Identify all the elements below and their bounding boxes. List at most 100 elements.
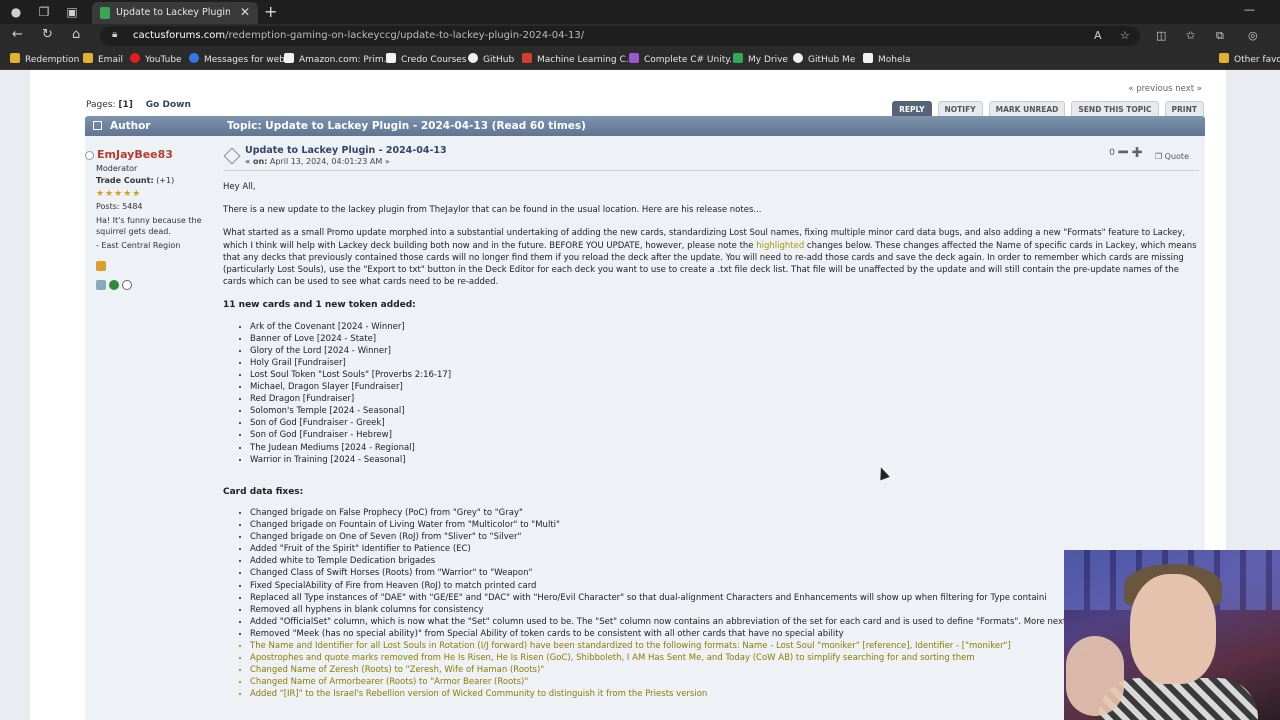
bookmark-github-me[interactable]: GitHub Me <box>793 53 855 65</box>
browser-tab-active[interactable]: Update to Lackey Plugin - 2024-0 ✕ <box>92 2 258 24</box>
bookmark-youtube[interactable]: YouTube <box>130 53 182 65</box>
bookmark-drive[interactable]: My Drive <box>733 53 788 65</box>
signature-line-2: squirrel gets dead. <box>96 227 171 236</box>
github-icon <box>793 53 803 63</box>
minimize-icon[interactable]: — <box>1244 3 1255 16</box>
list-item-highlighted: The Name and Identifier for all Lost Sou… <box>250 640 1199 652</box>
lock-icon[interactable]: 🔒︎ <box>112 29 117 40</box>
list-item: Glory of the Lord [2024 - Winner] <box>250 345 1199 357</box>
list-item: Changed brigade on One of Seven (RoJ) fr… <box>250 531 1199 543</box>
pm-icon[interactable] <box>122 280 132 290</box>
webcam-overlay <box>1064 550 1280 720</box>
list-item: Removed "Meek (has no special ability)" … <box>250 628 1199 640</box>
website-icon[interactable] <box>109 280 119 290</box>
credo-icon <box>386 53 396 63</box>
greeting: Hey All, <box>223 182 256 192</box>
folder-icon <box>10 53 20 63</box>
poster-role: Moderator <box>96 164 138 173</box>
list-item: Changed Class of Swift Horses (Roots) fr… <box>250 567 1199 579</box>
list-item: Michael, Dragon Slayer [Fundraiser] <box>250 381 1199 393</box>
presenter-hand <box>1066 636 1124 716</box>
close-tab-icon[interactable]: ✕ <box>240 5 250 19</box>
list-item: Replaced all Type instances of "DAE" wit… <box>250 592 1199 604</box>
favorite-star-icon[interactable]: ☆ <box>1120 29 1130 42</box>
new-tab-icon[interactable]: + <box>264 2 277 21</box>
copilot-icon[interactable]: ◎ <box>1248 29 1258 42</box>
topic-title: Topic: Update to Lackey Plugin - 2024-04… <box>227 120 586 132</box>
list-item: Holy Grail [Fundraiser] <box>250 357 1199 369</box>
poster-icons <box>96 256 135 294</box>
forum-page: « previous next » Pages: [1] Go Down REP… <box>30 70 1226 720</box>
topic-header: Author Topic: Update to Lackey Plugin - … <box>85 116 1205 136</box>
list-item: Solomon's Temple [2024 - Seasonal] <box>250 405 1199 417</box>
csharp-icon <box>629 53 639 63</box>
bookmark-amazon[interactable]: Amazon.com: Prim... <box>284 53 392 65</box>
list-item: Banner of Love [2024 - State] <box>250 333 1199 345</box>
bookmark-credo[interactable]: Credo Courses <box>386 53 467 65</box>
split-screen-icon[interactable]: ◫ <box>1156 29 1166 42</box>
list-item-highlighted: Changed Name of Armorbearer (Roots) to "… <box>250 676 1199 688</box>
bookmark-redemption[interactable]: Redemption <box>10 53 79 65</box>
bookmark-github[interactable]: GitHub <box>468 53 514 65</box>
workspaces-icon[interactable]: ❐ <box>36 4 52 20</box>
list-item: Son of God [Fundraiser - Hebrew] <box>250 429 1199 441</box>
drive-icon <box>733 53 743 63</box>
home-icon[interactable]: ⌂ <box>72 27 80 42</box>
bookmark-other-favorites[interactable]: Other favorit <box>1219 53 1280 65</box>
refresh-icon[interactable]: ↻ <box>42 27 53 42</box>
back-icon[interactable]: ← <box>12 27 23 42</box>
mohela-icon <box>863 53 873 63</box>
list-item: Lost Soul Token "Lost Souls" [Proverbs 2… <box>250 369 1199 381</box>
intro-paragraph: There is a new update to the lackey plug… <box>223 205 762 216</box>
collections-icon[interactable]: ⧉ <box>1216 29 1224 43</box>
messages-icon <box>189 53 199 63</box>
site-favicon-icon <box>100 7 110 19</box>
bookmark-email[interactable]: Email <box>83 53 123 65</box>
post-subject[interactable]: Update to Lackey Plugin - 2024-04-13 <box>245 145 447 156</box>
list-item: Added "Fruit of the Spirit" Identifier t… <box>250 543 1199 555</box>
author-header: Author <box>110 120 151 132</box>
page-number[interactable]: [1] <box>118 100 133 110</box>
topic-icon <box>93 121 102 130</box>
favorites-icon[interactable]: ✩ <box>1186 29 1195 42</box>
post-content: Update to Lackey Plugin - 2024-04-13 « o… <box>223 136 1201 720</box>
tab-title: Update to Lackey Plugin - 2024-0 <box>116 7 230 18</box>
list-item: Ark of the Covenant [2024 - Winner] <box>250 321 1199 333</box>
folder-icon <box>83 53 93 63</box>
forum-post: EmJayBee83 Moderator Trade Count: (+1) ★… <box>85 136 1205 720</box>
presenter-face <box>1130 574 1216 684</box>
bookmark-ml[interactable]: Machine Learning C... <box>522 53 634 65</box>
fixes-list: Changed brigade on False Prophecy (PoC) … <box>250 507 1199 701</box>
post-count: Posts: 5484 <box>96 202 143 211</box>
bookmark-messages[interactable]: Messages for web <box>189 53 285 65</box>
amazon-icon <box>284 53 294 63</box>
list-item-highlighted: Apostrophes and quote marks removed from… <box>250 652 1199 664</box>
prev-next-links[interactable]: « previous next » <box>1128 84 1202 94</box>
github-icon <box>468 53 478 63</box>
address-bar[interactable]: 🔒︎ cactusforums.com/redemption-gaming-on… <box>100 26 1140 46</box>
quote-button[interactable]: ❐ Quote <box>1155 152 1189 161</box>
list-item: Removed all hyphens in blank columns for… <box>250 604 1199 616</box>
list-item: Added "OfficialSet" column, which is now… <box>250 616 1199 628</box>
bookmark-csharp[interactable]: Complete C# Unity... <box>629 53 738 65</box>
browser-toolbar: ← ↻ ⌂ 🔒︎ cactusforums.com/redemption-gam… <box>0 24 1280 48</box>
list-item-highlighted: Added "[IR]" to the Israel's Rebellion v… <box>250 688 1199 700</box>
poster-name[interactable]: EmJayBee83 <box>85 148 173 161</box>
list-item: Changed brigade on Fountain of Living Wa… <box>250 519 1199 531</box>
trade-count-value[interactable]: (+1) <box>156 176 174 185</box>
profile-icon[interactable] <box>96 280 106 290</box>
karma-controls[interactable]: 0 ➖ ➕ <box>1109 148 1143 158</box>
profile-icon[interactable]: ● <box>8 4 24 20</box>
main-paragraph: What started as a small Promo update mor… <box>223 228 1197 288</box>
go-down-link[interactable]: Go Down <box>146 100 191 110</box>
list-item: The Judean Mediums [2024 - Regional] <box>250 442 1199 454</box>
avatar-icon <box>96 261 106 271</box>
tab-actions-icon[interactable]: ▣ <box>64 4 80 20</box>
ml-icon <box>522 53 532 63</box>
rank-stars: ★★★★★ <box>96 189 142 199</box>
pagination: Pages: [1] Go Down <box>86 100 191 110</box>
bookmarks-bar: Redemption Email YouTube Messages for we… <box>0 48 1280 70</box>
poster-location: - East Central Region <box>96 241 181 250</box>
bookmark-mohela[interactable]: Mohela <box>863 53 911 65</box>
read-aloud-icon[interactable]: A <box>1094 29 1102 42</box>
